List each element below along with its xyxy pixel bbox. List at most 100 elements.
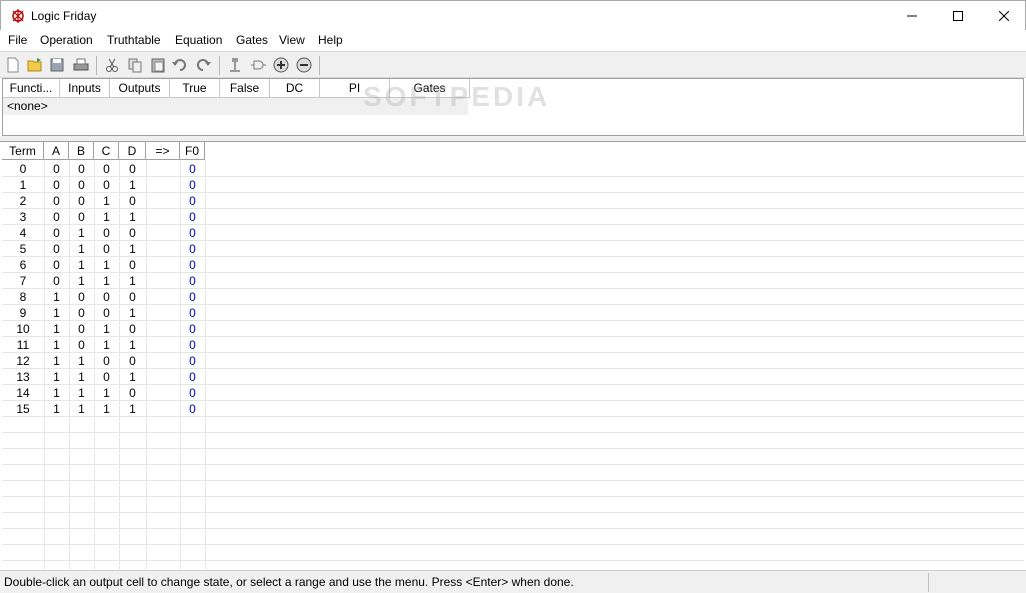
cell-b: 0	[78, 162, 85, 176]
cell-implies	[146, 305, 180, 321]
cell-a: 0	[53, 226, 60, 240]
cell-d: 0	[129, 162, 136, 176]
col-false[interactable]: False	[220, 79, 270, 98]
print-icon[interactable]	[72, 56, 90, 74]
menu-gates[interactable]: Gates	[236, 33, 268, 47]
redo-icon[interactable]	[194, 56, 212, 74]
cell-term: 7	[19, 274, 27, 288]
cell-f0[interactable]: 0	[180, 273, 205, 289]
menu-view[interactable]: View	[279, 33, 305, 47]
col-term[interactable]: Term	[2, 142, 44, 160]
cell-a: 0	[53, 194, 60, 208]
undo-icon[interactable]	[171, 56, 189, 74]
cell-a: 1	[53, 306, 60, 320]
cell-f0[interactable]: 0	[180, 241, 205, 257]
toolbar-separator	[319, 56, 320, 75]
cell-f0[interactable]: 0	[180, 177, 205, 193]
cell-d: 0	[129, 226, 136, 240]
table-row[interactable]: 5 0 1 0 1 0	[2, 241, 205, 257]
table-row[interactable]: 8 1 0 0 0 0	[2, 289, 205, 305]
cell-f0[interactable]: 0	[180, 385, 205, 401]
cell-f0[interactable]: 0	[180, 161, 205, 177]
close-button[interactable]	[981, 1, 1026, 31]
col-b[interactable]: B	[69, 142, 94, 160]
menu-truthtable[interactable]: Truthtable	[107, 33, 161, 47]
cell-a: 1	[53, 354, 60, 368]
menu-file[interactable]: File	[8, 33, 27, 47]
minimize-logic-icon[interactable]	[226, 56, 244, 74]
table-row[interactable]: 15 1 1 1 1 0	[2, 401, 205, 417]
add-icon[interactable]	[272, 56, 290, 74]
cell-term: 12	[16, 354, 30, 368]
copy-icon[interactable]	[126, 56, 144, 74]
table-row[interactable]: 3 0 0 1 1 0	[2, 209, 205, 225]
table-row[interactable]: 14 1 1 1 0 0	[2, 385, 205, 401]
cell-f0[interactable]: 0	[180, 257, 205, 273]
cell-a: 0	[53, 162, 60, 176]
function-list[interactable]: Functi... Inputs Outputs True False DC P…	[2, 78, 1024, 136]
cell-f0[interactable]: 0	[180, 321, 205, 337]
cell-f0[interactable]: 0	[180, 401, 205, 417]
truth-table[interactable]: Term A B C D => F0 000000100010200100300…	[2, 142, 1024, 570]
col-d[interactable]: D	[119, 142, 146, 160]
open-folder-icon[interactable]	[26, 56, 44, 74]
col-a[interactable]: A	[44, 142, 69, 160]
col-f0[interactable]: F0	[180, 142, 205, 160]
col-functions[interactable]: Functi...	[3, 79, 60, 98]
cell-d: 1	[129, 402, 136, 416]
col-outputs[interactable]: Outputs	[110, 79, 170, 98]
menu-operation[interactable]: Operation	[40, 33, 93, 47]
col-implies[interactable]: =>	[146, 142, 180, 160]
cell-a: 1	[53, 370, 60, 384]
cell-a: 1	[53, 338, 60, 352]
new-file-icon[interactable]	[4, 56, 22, 74]
table-row[interactable]: 2 0 0 1 0 0	[2, 193, 205, 209]
table-row[interactable]: 0 0 0 0 0 0	[2, 161, 205, 177]
cell-f0[interactable]: 0	[180, 209, 205, 225]
cell-f0[interactable]: 0	[180, 353, 205, 369]
cell-term: 1	[19, 178, 27, 192]
grid-line	[2, 448, 1024, 449]
table-row[interactable]: 11 1 0 1 1 0	[2, 337, 205, 353]
cell-f0[interactable]: 0	[180, 289, 205, 305]
gate-icon[interactable]	[249, 56, 267, 74]
table-row[interactable]: 9 1 0 0 1 0	[2, 305, 205, 321]
table-row[interactable]: 4 0 1 0 0 0	[2, 225, 205, 241]
status-message: Double-click an output cell to change st…	[4, 575, 574, 589]
cell-f0[interactable]: 0	[180, 193, 205, 209]
grid-line	[2, 480, 1024, 481]
minimize-button[interactable]	[889, 1, 935, 31]
cell-d: 0	[129, 258, 136, 272]
cell-f0[interactable]: 0	[180, 337, 205, 353]
col-true[interactable]: True	[170, 79, 220, 98]
table-row[interactable]: 7 0 1 1 1 0	[2, 273, 205, 289]
table-row[interactable]: 1 0 0 0 1 0	[2, 177, 205, 193]
table-row[interactable]: 12 1 1 0 0 0	[2, 353, 205, 369]
toolbar	[0, 51, 1026, 78]
table-row[interactable]: 10 1 0 1 0 0	[2, 321, 205, 337]
cell-implies	[146, 289, 180, 305]
grid-line	[205, 160, 206, 570]
cell-term: 14	[16, 386, 30, 400]
grid-line	[2, 464, 1024, 465]
cell-f0[interactable]: 0	[180, 305, 205, 321]
menu-equation[interactable]: Equation	[175, 33, 222, 47]
table-row[interactable]: 13 1 1 0 1 0	[2, 369, 205, 385]
cut-icon[interactable]	[103, 56, 121, 74]
maximize-button[interactable]	[935, 1, 981, 31]
cell-f0[interactable]: 0	[180, 369, 205, 385]
table-row[interactable]: 6 0 1 1 0 0	[2, 257, 205, 273]
save-icon[interactable]	[48, 56, 66, 74]
remove-icon[interactable]	[295, 56, 313, 74]
col-inputs[interactable]: Inputs	[60, 79, 110, 98]
menu-bar: File Operation Truthtable Equation Gates…	[0, 30, 1026, 51]
menu-help[interactable]: Help	[318, 33, 343, 47]
cell-c: 0	[103, 354, 110, 368]
cell-c: 1	[103, 322, 110, 336]
cell-d: 1	[129, 210, 136, 224]
col-c[interactable]: C	[94, 142, 119, 160]
cell-term: 10	[16, 322, 30, 336]
cell-f0[interactable]: 0	[180, 225, 205, 241]
col-dc[interactable]: DC	[270, 79, 320, 98]
paste-icon[interactable]	[149, 56, 167, 74]
